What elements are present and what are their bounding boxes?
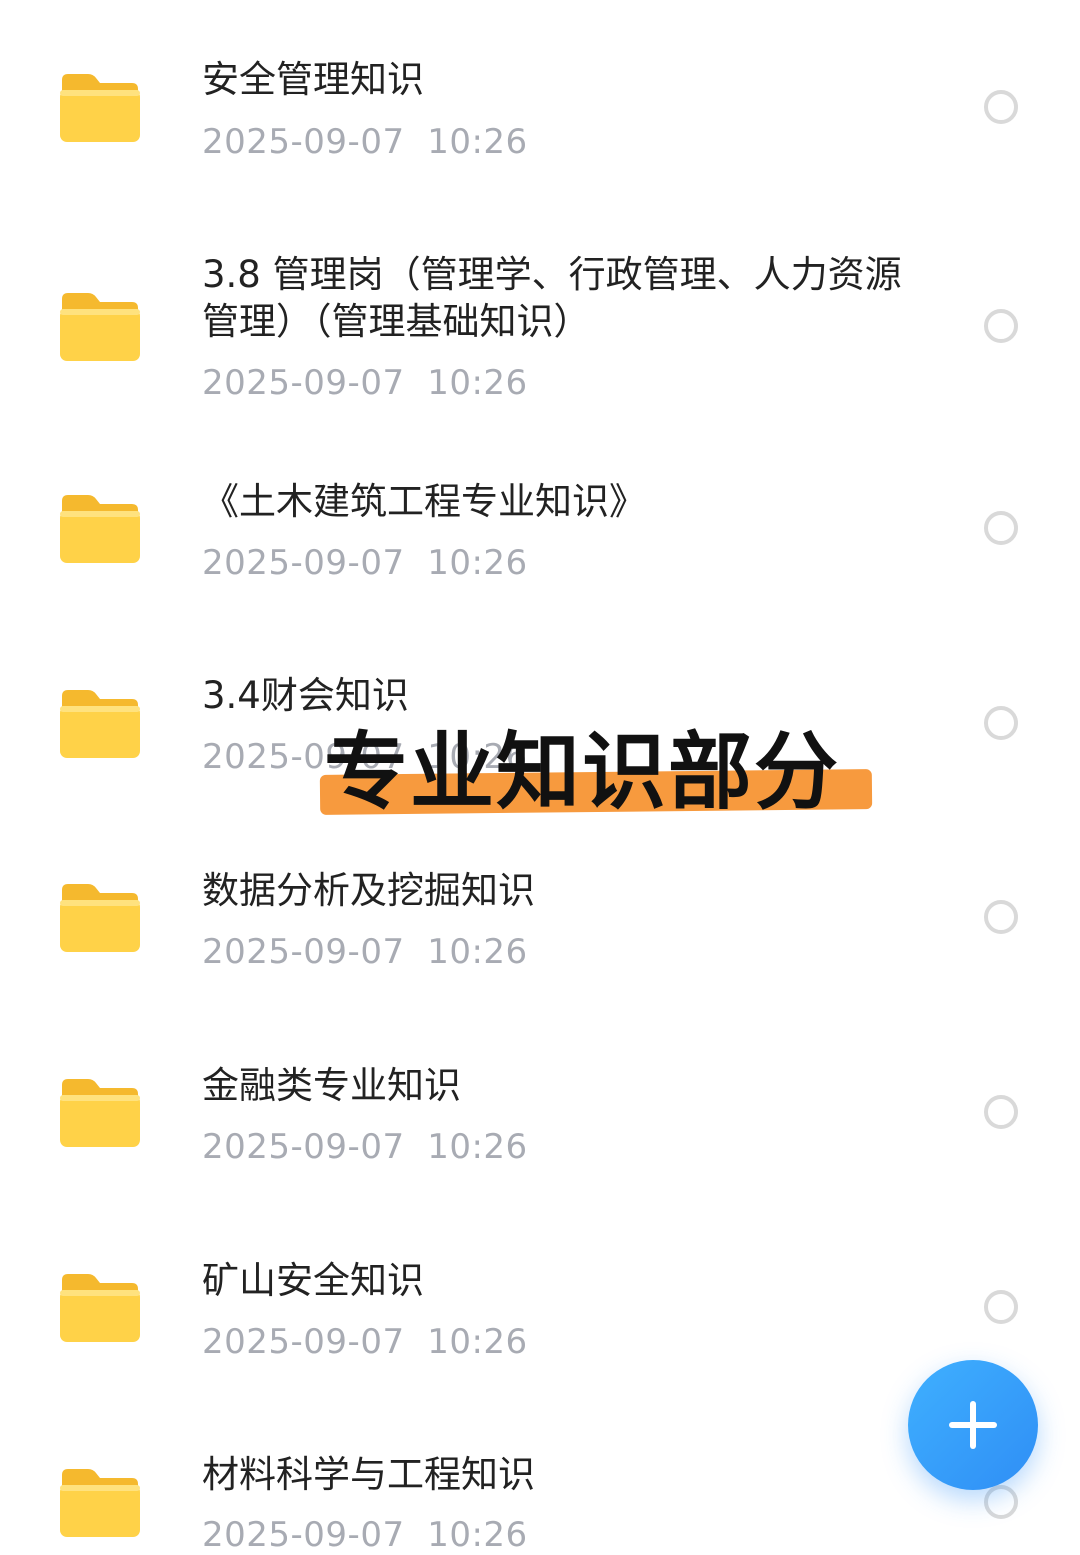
file-date: 2025-09-07 10:26 xyxy=(202,1515,528,1555)
file-name: 材料科学与工程知识 xyxy=(202,1453,535,1496)
overlay-caption: 专业知识部分 xyxy=(316,726,876,818)
caption-text: 专业知识部分 xyxy=(324,723,841,821)
file-date: 2025-09-07 10:26 xyxy=(202,1322,528,1362)
file-name: 金融类专业知识 xyxy=(202,1064,461,1107)
folder-icon xyxy=(58,491,142,565)
radio-unchecked-icon[interactable] xyxy=(984,1485,1018,1519)
radio-unchecked-icon[interactable] xyxy=(984,1095,1018,1129)
folder-icon xyxy=(58,686,142,760)
radio-unchecked-icon[interactable] xyxy=(984,1290,1018,1324)
folder-icon xyxy=(58,289,142,363)
file-date: 2025-09-07 10:26 xyxy=(202,122,528,162)
folder-icon xyxy=(58,1075,142,1149)
add-button[interactable] xyxy=(908,1360,1038,1490)
radio-unchecked-icon[interactable] xyxy=(984,706,1018,740)
file-date: 2025-09-07 10:26 xyxy=(202,1127,528,1167)
list-item[interactable]: 安全管理知识 2025-09-07 10:26 xyxy=(0,0,1080,205)
file-date: 2025-09-07 10:26 xyxy=(202,363,528,403)
file-date: 2025-09-07 10:26 xyxy=(202,543,528,583)
file-name: 3.4财会知识 xyxy=(202,674,409,717)
radio-unchecked-icon[interactable] xyxy=(984,90,1018,124)
list-item[interactable]: 《土木建筑工程专业知识》 2025-09-07 10:26 xyxy=(0,445,1080,645)
radio-unchecked-icon[interactable] xyxy=(984,511,1018,545)
file-name: 矿山安全知识 xyxy=(202,1259,424,1302)
file-name: 数据分析及挖掘知识 xyxy=(202,869,535,912)
folder-icon xyxy=(58,70,142,144)
folder-icon xyxy=(58,1465,142,1539)
plus-icon xyxy=(970,1401,976,1449)
file-name: 3.8 管理岗（管理学、行政管理、人力资源管理）（管理基础知识） xyxy=(202,253,902,343)
folder-icon xyxy=(58,1270,142,1344)
list-item[interactable]: 3.8 管理岗（管理学、行政管理、人力资源管理）（管理基础知识） 2025-09… xyxy=(0,205,1080,445)
radio-unchecked-icon[interactable] xyxy=(984,900,1018,934)
file-date: 2025-09-07 10:26 xyxy=(202,932,528,972)
file-name: 安全管理知识 xyxy=(202,58,424,101)
radio-unchecked-icon[interactable] xyxy=(984,309,1018,343)
list-item[interactable]: 数据分析及挖掘知识 2025-09-07 10:26 xyxy=(0,840,1080,1035)
list-item[interactable]: 金融类专业知识 2025-09-07 10:26 xyxy=(0,1035,1080,1230)
folder-icon xyxy=(58,880,142,954)
file-name: 《土木建筑工程专业知识》 xyxy=(202,480,646,523)
